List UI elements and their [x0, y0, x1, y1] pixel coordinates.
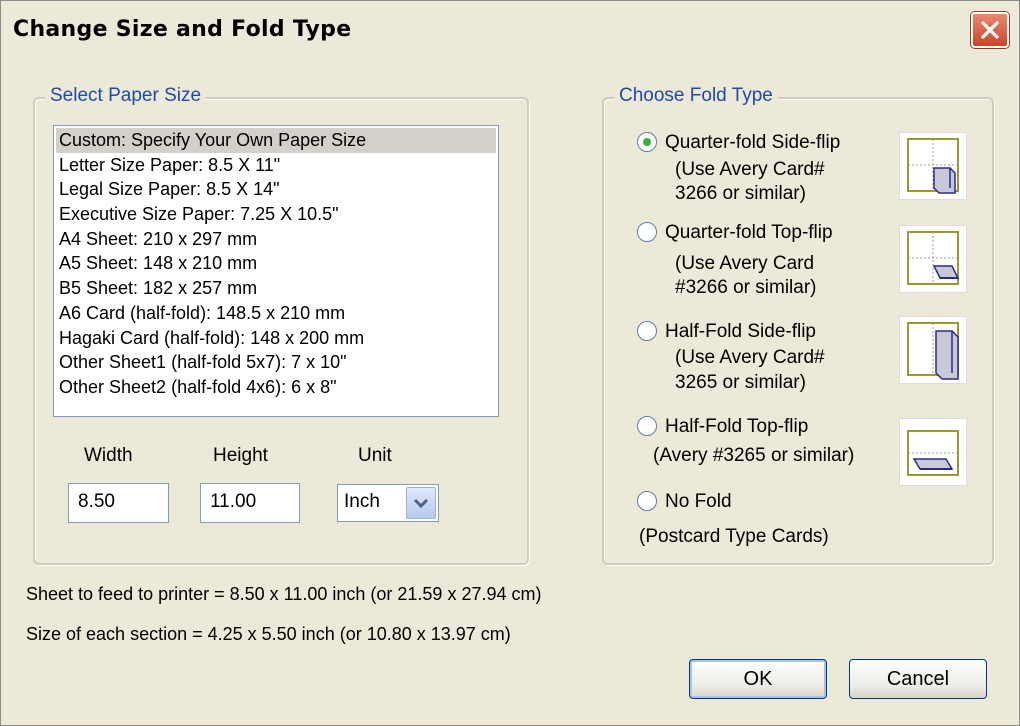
quarter-fold-top-flip-icon [899, 225, 967, 293]
quarter-fold-side-flip-label[interactable]: Quarter-fold Side-flip [665, 130, 840, 155]
width-field[interactable]: 8.50 [68, 483, 169, 523]
list-item[interactable]: Other Sheet2 (half-fold 4x6): 6 x 8" [54, 375, 498, 400]
half-fold-side-flip-label[interactable]: Half-Fold Side-flip [665, 319, 816, 344]
half-fold-top-flip-label[interactable]: Half-Fold Top-flip [665, 414, 808, 439]
chevron-down-icon [413, 498, 429, 509]
list-item[interactable]: A4 Sheet: 210 x 297 mm [54, 227, 498, 252]
sheet-size-info: Sheet to feed to printer = 8.50 x 11.00 … [26, 584, 542, 604]
unit-dropdown-button[interactable] [406, 487, 436, 519]
fold-type-group-title: Choose Fold Type [614, 85, 778, 107]
half-fold-side-flip-icon [899, 316, 967, 384]
radio-quarter-fold-side-flip[interactable] [637, 132, 657, 152]
list-item[interactable]: Other Sheet1 (half-fold 5x7): 7 x 10" [54, 350, 498, 375]
half-fold-side-flip-note-2: 3265 or similar) [675, 372, 806, 393]
paper-size-group-title: Select Paper Size [45, 85, 207, 107]
ok-button[interactable]: OK [689, 659, 827, 699]
section-size-info: Size of each section = 4.25 x 5.50 inch … [26, 624, 511, 644]
list-item[interactable]: Hagaki Card (half-fold): 148 x 200 mm [54, 326, 498, 351]
width-label: Width [84, 445, 133, 466]
list-item[interactable]: B5 Sheet: 182 x 257 mm [54, 276, 498, 301]
radio-quarter-fold-top-flip[interactable] [637, 222, 657, 242]
list-item[interactable]: A6 Card (half-fold): 148.5 x 210 mm [54, 301, 498, 326]
half-fold-side-flip-note-1: (Use Avery Card# [675, 347, 825, 368]
quarter-fold-top-flip-label[interactable]: Quarter-fold Top-flip [665, 220, 833, 245]
no-fold-label[interactable]: No Fold [665, 489, 732, 514]
unit-select[interactable]: Inch [337, 484, 439, 522]
change-size-dialog: Change Size and Fold Type Select Paper S… [0, 0, 1020, 726]
radio-no-fold[interactable] [637, 491, 657, 511]
paper-size-list[interactable]: Custom: Specify Your Own Paper Size Lett… [53, 125, 499, 417]
window-title: Change Size and Fold Type [13, 17, 352, 42]
close-icon [981, 21, 999, 39]
radio-half-fold-top-flip[interactable] [637, 416, 657, 436]
half-fold-top-flip-note: (Avery #3265 or similar) [653, 445, 855, 466]
quarter-fold-top-flip-note-1: (Use Avery Card [675, 253, 815, 274]
title-bar[interactable]: Change Size and Fold Type [1, 1, 1019, 59]
list-item[interactable]: A5 Sheet: 148 x 210 mm [54, 251, 498, 276]
list-item[interactable]: Letter Size Paper: 8.5 X 11" [54, 153, 498, 178]
quarter-fold-side-flip-note-1: (Use Avery Card# [675, 159, 825, 180]
list-item[interactable]: Custom: Specify Your Own Paper Size [56, 128, 496, 153]
list-item[interactable]: Executive Size Paper: 7.25 X 10.5" [54, 202, 498, 227]
close-button[interactable] [971, 12, 1009, 48]
half-fold-top-flip-icon [899, 418, 967, 486]
no-fold-note: (Postcard Type Cards) [639, 526, 829, 547]
cancel-button[interactable]: Cancel [849, 659, 987, 699]
quarter-fold-side-flip-icon [899, 132, 967, 200]
unit-select-value: Inch [344, 491, 380, 512]
quarter-fold-side-flip-note-2: 3266 or similar) [675, 183, 806, 204]
height-label: Height [213, 445, 268, 466]
quarter-fold-top-flip-note-2: #3266 or similar) [675, 277, 817, 298]
unit-label: Unit [358, 445, 392, 466]
list-item[interactable]: Legal Size Paper: 8.5 X 14" [54, 177, 498, 202]
height-field[interactable]: 11.00 [200, 483, 300, 523]
radio-half-fold-side-flip[interactable] [637, 321, 657, 341]
